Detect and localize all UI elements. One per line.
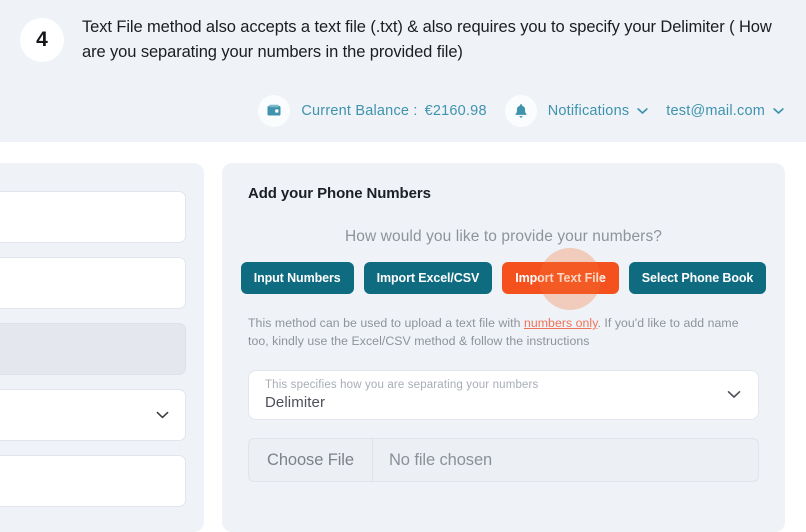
method-button-row: Input Numbers Import Excel/CSV Import Te…	[240, 248, 767, 310]
step-instruction-text: Text File method also accepts a text fil…	[82, 18, 772, 61]
choose-file-button[interactable]: Choose File	[249, 439, 373, 481]
chevron-down-icon	[727, 386, 741, 404]
input-numbers-button[interactable]: Input Numbers	[240, 262, 354, 294]
import-text-file-button[interactable]: Import Text File	[502, 262, 619, 294]
chevron-down-icon	[637, 107, 648, 115]
page-title: Add your Phone Numbers	[248, 185, 431, 202]
account-menu[interactable]: test@mail.com	[666, 103, 784, 119]
step-number-badge: 4	[20, 18, 64, 62]
step-banner: 4 Text File method also accepts a text f…	[0, 0, 806, 80]
numbers-only-link[interactable]: numbers only	[524, 316, 598, 330]
add-phone-numbers-card: Add your Phone Numbers How would you lik…	[222, 163, 785, 532]
account-label: test@mail.com	[666, 103, 765, 119]
left-field-1[interactable]	[0, 191, 186, 243]
method-question: How would you like to provide your numbe…	[344, 228, 663, 245]
app-screen: 4 Text File method also accepts a text f…	[0, 0, 806, 532]
delimiter-select-hint: This specifies how you are separating yo…	[265, 379, 539, 391]
import-excel-csv-button[interactable]: Import Excel/CSV	[363, 262, 493, 294]
balance-group: Current Balance : €2160.98	[258, 95, 487, 127]
notifications-label: Notifications	[547, 103, 630, 119]
file-upload-input[interactable]: Choose File No file chosen	[248, 438, 759, 482]
left-select-field[interactable]	[0, 389, 186, 441]
bell-icon	[504, 95, 537, 127]
select-phone-book-button[interactable]: Select Phone Book	[628, 262, 767, 294]
delimiter-select-value: Delimiter	[265, 394, 326, 411]
balance-value: €2160.98	[424, 103, 487, 119]
left-field-5[interactable]	[0, 455, 186, 507]
notifications-menu[interactable]: Notifications	[504, 95, 649, 127]
wallet-icon	[258, 95, 291, 127]
balance-label: Current Balance :	[301, 103, 418, 119]
left-field-3-disabled	[0, 323, 186, 375]
top-bar: Current Balance : €2160.98 Notifications…	[0, 80, 806, 142]
delimiter-select[interactable]: This specifies how you are separating yo…	[248, 370, 759, 420]
chevron-down-icon	[156, 406, 169, 424]
left-field-2[interactable]	[0, 257, 186, 309]
chevron-down-icon	[773, 107, 784, 115]
left-form-panel	[0, 163, 204, 532]
file-name-status: No file chosen	[388, 450, 493, 469]
helper-prefix: This method can be used to upload a text…	[248, 316, 524, 330]
helper-text: This method can be used to upload a text…	[248, 314, 759, 350]
